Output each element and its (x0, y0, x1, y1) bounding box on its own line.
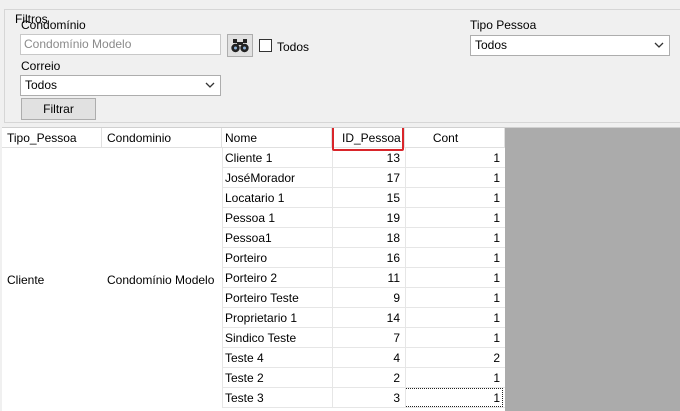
cell-cont[interactable]: 1 (405, 168, 505, 188)
cell-nome[interactable]: Porteiro Teste (222, 288, 332, 308)
binoculars-icon (231, 39, 249, 53)
data-grid[interactable]: Tipo_Pessoa Condominio Nome ID_Pessoa Co… (2, 127, 680, 411)
cell-cont[interactable]: 1 (405, 188, 505, 208)
cell-cont[interactable]: 1 (405, 228, 505, 248)
cell-id-pessoa[interactable]: 4 (332, 348, 405, 368)
group-tipo-pessoa[interactable]: Cliente (7, 270, 102, 290)
column-header-nome[interactable]: Nome (222, 128, 332, 148)
cell-id-pessoa[interactable]: 2 (332, 368, 405, 388)
cell-cont[interactable]: 1 (405, 328, 505, 348)
grid-body: Tipo_Pessoa Condominio Nome ID_Pessoa Co… (2, 128, 505, 411)
column-header-id-pessoa[interactable]: ID_Pessoa (332, 128, 405, 148)
column-divider (332, 148, 333, 408)
search-button[interactable] (227, 34, 253, 57)
cell-id-pessoa[interactable]: 14 (332, 308, 405, 328)
column-divider (222, 148, 223, 408)
cell-cont[interactable]: 1 (405, 268, 505, 288)
cell-nome[interactable]: Porteiro (222, 248, 332, 268)
cell-nome[interactable]: Proprietario 1 (222, 308, 332, 328)
cell-id-pessoa[interactable]: 16 (332, 248, 405, 268)
tipo-pessoa-value: Todos (475, 38, 508, 52)
cell-id-pessoa[interactable]: 11 (332, 268, 405, 288)
correio-value: Todos (25, 78, 58, 92)
column-header-tipo-pessoa[interactable]: Tipo_Pessoa (2, 128, 102, 148)
tipo-pessoa-select[interactable]: Todos (470, 35, 670, 56)
cell-nome[interactable]: Teste 3 (222, 388, 332, 408)
cell-id-pessoa[interactable]: 15 (332, 188, 405, 208)
cell-id-pessoa[interactable]: 18 (332, 228, 405, 248)
cell-nome[interactable]: Pessoa 1 (222, 208, 332, 228)
column-divider (405, 148, 406, 408)
cell-id-pessoa[interactable]: 17 (332, 168, 405, 188)
todos-label: Todos (277, 40, 310, 54)
correio-select[interactable]: Todos (20, 75, 221, 96)
row-divider (222, 407, 505, 408)
cell-id-pessoa[interactable]: 9 (332, 288, 405, 308)
column-header-cont[interactable]: Cont (405, 128, 505, 148)
cell-cont[interactable]: 1 (405, 248, 505, 268)
todos-checkbox[interactable] (259, 39, 272, 52)
correio-label: Correio (21, 59, 61, 73)
cell-id-pessoa[interactable]: 3 (332, 388, 405, 408)
cell-cont[interactable]: 2 (405, 348, 505, 368)
cell-nome[interactable]: Cliente 1 (222, 148, 332, 168)
cell-cont[interactable]: 1 (405, 308, 505, 328)
cell-id-pessoa[interactable]: 19 (332, 208, 405, 228)
cell-nome[interactable]: Sindico Teste (222, 328, 332, 348)
group-condominio[interactable]: Condomínio Modelo (107, 270, 222, 290)
cell-nome[interactable]: Pessoa1 (222, 228, 332, 248)
cell-cont[interactable]: 1 (405, 288, 505, 308)
cell-id-pessoa[interactable]: 13 (332, 148, 405, 168)
column-header-condominio[interactable]: Condominio (102, 128, 222, 148)
filters-group: Filtros (4, 9, 680, 123)
cell-cont[interactable]: 1 (405, 388, 505, 408)
cell-nome[interactable]: Porteiro 2 (222, 268, 332, 288)
cell-nome[interactable]: JoséMorador (222, 168, 332, 188)
condominio-input[interactable]: Condomínio Modelo (20, 34, 221, 55)
cell-id-pessoa[interactable]: 7 (332, 328, 405, 348)
chevron-down-icon (205, 82, 215, 88)
cell-cont[interactable]: 1 (405, 148, 505, 168)
chevron-down-icon (654, 42, 664, 48)
cell-nome[interactable]: Teste 4 (222, 348, 332, 368)
cell-cont[interactable]: 1 (405, 208, 505, 228)
cell-nome[interactable]: Teste 2 (222, 368, 332, 388)
filtrar-button[interactable]: Filtrar (21, 98, 96, 120)
condominio-label: Condomínio (21, 18, 86, 32)
tipo-pessoa-label: Tipo Pessoa (470, 18, 537, 32)
cell-nome[interactable]: Locatario 1 (222, 188, 332, 208)
cell-cont[interactable]: 1 (405, 368, 505, 388)
